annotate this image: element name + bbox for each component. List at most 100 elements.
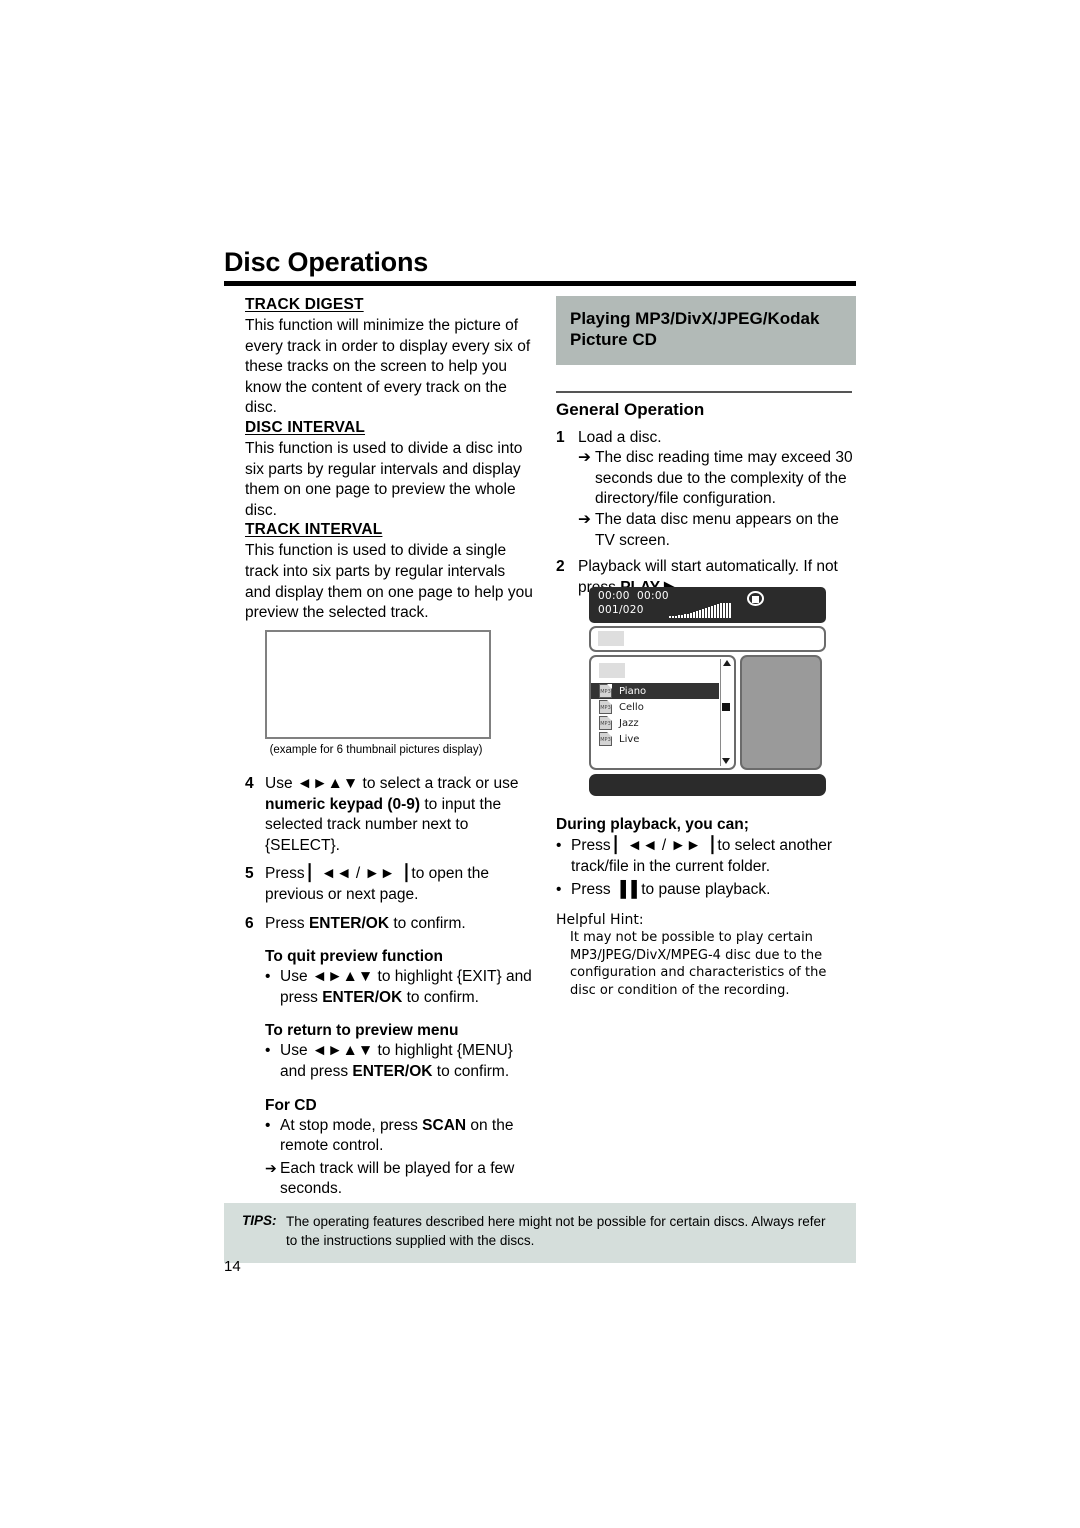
bullet-icon: • [265, 968, 271, 986]
subheading-return-menu: To return to preview menu [265, 1022, 459, 1040]
dp2-text-2: to pause playback. [636, 880, 771, 898]
tips-box: TIPS: The operating features described h… [224, 1203, 856, 1263]
stop-icon [747, 591, 764, 606]
pause-icon: ▐▐ [614, 880, 637, 898]
section-body-track-digest: This function will minimize the picture … [245, 317, 531, 417]
right-step-1-arrow-1: ➔ The disc reading time may exceed 30 se… [578, 448, 856, 510]
prev-track-icon: ▏◄◄ [614, 837, 658, 855]
step-4-number: 4 [245, 774, 254, 792]
tips-label: TIPS: [242, 1213, 277, 1228]
right-step-1-arrow-text-1: The disc reading time may exceed 30 seco… [595, 449, 853, 508]
section-track-interval: TRACK INTERVAL This function is used to … [245, 521, 535, 623]
bullet-icon: • [265, 1116, 271, 1134]
dpad-keys-icon: ◄►▲▼ [296, 774, 359, 792]
step-4-text-2: to select a track or use [358, 774, 519, 792]
osd-path-bar [589, 626, 826, 652]
tv-screen-illustration: 00:00 00:00 001/020 MP3 Piano MP3 Cello … [589, 587, 826, 796]
mp3-file-icon: MP3 [599, 684, 612, 698]
equalizer-bars-icon [669, 602, 731, 618]
step-6-body: Press ENTER/OK to confirm. [265, 914, 535, 935]
mp3-file-icon: MP3 [599, 716, 612, 730]
quit-text-3: to confirm. [402, 988, 479, 1006]
step-5-number: 5 [245, 865, 254, 883]
section-disc-interval: DISC INTERVAL This function is used to d… [245, 419, 535, 521]
file-rows: MP3 Piano MP3 Cello MP3 Jazz MP3 Live [591, 683, 719, 747]
return-menu-bullet: • Use ◄►▲▼ to highlight {MENU} and press… [265, 1041, 535, 1082]
bullet-icon: • [265, 1042, 271, 1060]
helpful-hint-body: It may not be possible to play certain M… [570, 930, 827, 998]
step-5-body: Press ▏◄◄ / ►►▕ to open the previous or … [265, 864, 535, 905]
step-4-body: Use ◄►▲▼ to select a track or use numeri… [265, 774, 535, 856]
left-column: TRACK DIGEST This function will minimize… [245, 296, 535, 1202]
osd-time-total: 00:00 [637, 590, 669, 602]
return-text-3: to confirm. [432, 1063, 510, 1081]
during-playback-bullet-2: • Press ▐▐ to pause playback. [556, 880, 856, 901]
return-menu-text: Use ◄►▲▼ to highlight {MENU} and press E… [280, 1041, 535, 1082]
page-header: Disc Operations [224, 247, 856, 287]
for-cd-text: At stop mode, press SCAN on the remote c… [280, 1116, 535, 1157]
arrow-right-icon: ➔ [265, 1159, 277, 1176]
list-item[interactable]: MP3 Jazz [591, 715, 719, 731]
for-cd-arrow-text: Each track will be played for a few seco… [280, 1159, 515, 1198]
section-band-playing-mp3: Playing MP3/DivX/JPEG/Kodak Picture CD [556, 296, 856, 365]
list-item[interactable]: MP3 Piano [591, 683, 719, 699]
dp1-text-1: Press [571, 837, 615, 855]
prev-track-icon: ▏◄◄ [308, 865, 352, 883]
list-item[interactable]: MP3 Live [591, 731, 719, 747]
step-4-bold-1: numeric keypad (0-9) [265, 795, 421, 813]
right-step-1-text: Load a disc. [578, 428, 662, 446]
page-number: 14 [224, 1258, 241, 1275]
dp1-text-2: / [657, 837, 671, 855]
section-heading-track-interval: TRACK INTERVAL [245, 521, 383, 539]
scroll-down-icon[interactable] [722, 758, 730, 764]
right-step-1-body: Load a disc. ➔ The disc reading time may… [578, 428, 856, 552]
heading-during-playback: During playback, you can; [556, 816, 749, 834]
scroll-up-icon[interactable] [722, 660, 731, 666]
step-5: 5 Press ▏◄◄ / ►►▕ to open the previous o… [245, 864, 535, 905]
return-bold-1: ENTER/OK [352, 1063, 433, 1081]
list-item[interactable]: MP3 Cello [591, 699, 719, 715]
forcd-bold-1: SCAN [422, 1116, 467, 1134]
right-step-1: 1 Load a disc. ➔ The disc reading time m… [556, 428, 856, 552]
arrow-right-icon: ➔ [578, 449, 591, 467]
right-step-1-arrow-2: ➔ The data disc menu appears on the TV s… [578, 510, 856, 551]
for-cd-arrow-note: ➔ Each track will be played for a few se… [265, 1159, 535, 1200]
mp3-file-icon: MP3 [599, 700, 612, 714]
forcd-text-1: At stop mode, press [280, 1116, 423, 1134]
page-title: Disc Operations [224, 247, 429, 277]
step-5-text-1: Press [265, 865, 309, 883]
scrollbar[interactable] [720, 659, 732, 766]
during-playback-text-2: Press ▐▐ to pause playback. [571, 880, 856, 901]
dpad-keys-icon: ◄►▲▼ [311, 1042, 374, 1060]
scrollbar-thumb[interactable] [722, 703, 730, 711]
osd-middle-row: MP3 Piano MP3 Cello MP3 Jazz MP3 Live [589, 655, 826, 770]
quit-preview-text: Use ◄►▲▼ to highlight {EXIT} and press E… [280, 967, 535, 1008]
section-heading-disc-interval: DISC INTERVAL [245, 419, 366, 437]
osd-status-bar: 00:00 00:00 001/020 [589, 587, 826, 623]
title-divider [224, 281, 856, 287]
bullet-icon: • [556, 880, 562, 898]
list-item-label: Live [619, 733, 640, 745]
placeholder-block [598, 631, 624, 646]
step-6-number: 6 [245, 914, 254, 932]
osd-preview-panel [740, 655, 822, 770]
section-body-disc-interval: This function is used to divide a disc i… [245, 440, 523, 519]
step-6-text-1: Press [265, 914, 309, 932]
osd-file-list: MP3 Piano MP3 Cello MP3 Jazz MP3 Live [589, 655, 736, 770]
step-5-text-2: / [351, 865, 365, 883]
step-6: 6 Press ENTER/OK to confirm. [245, 914, 535, 935]
next-track-icon: ►►▕ [364, 865, 408, 883]
band-title: Playing MP3/DivX/JPEG/Kodak Picture CD [570, 309, 820, 350]
thumbnail-example-caption: (example for 6 thumbnail pictures displa… [269, 743, 483, 756]
subheading-for-cd: For CD [265, 1096, 317, 1114]
section-body-track-interval: This function is used to divide a single… [245, 542, 533, 622]
quit-text-1: Use [280, 968, 312, 986]
osd-time-elapsed: 00:00 [598, 590, 630, 602]
step-4-text-1: Use [265, 774, 297, 792]
dpad-keys-icon: ◄►▲▼ [311, 968, 374, 986]
next-track-icon: ►►▕ [670, 837, 714, 855]
document-page: Disc Operations TRACK DIGEST This functi… [0, 0, 1080, 1528]
placeholder-block [599, 663, 625, 678]
list-item-label: Piano [619, 685, 647, 697]
right-step-2-number: 2 [556, 558, 565, 576]
